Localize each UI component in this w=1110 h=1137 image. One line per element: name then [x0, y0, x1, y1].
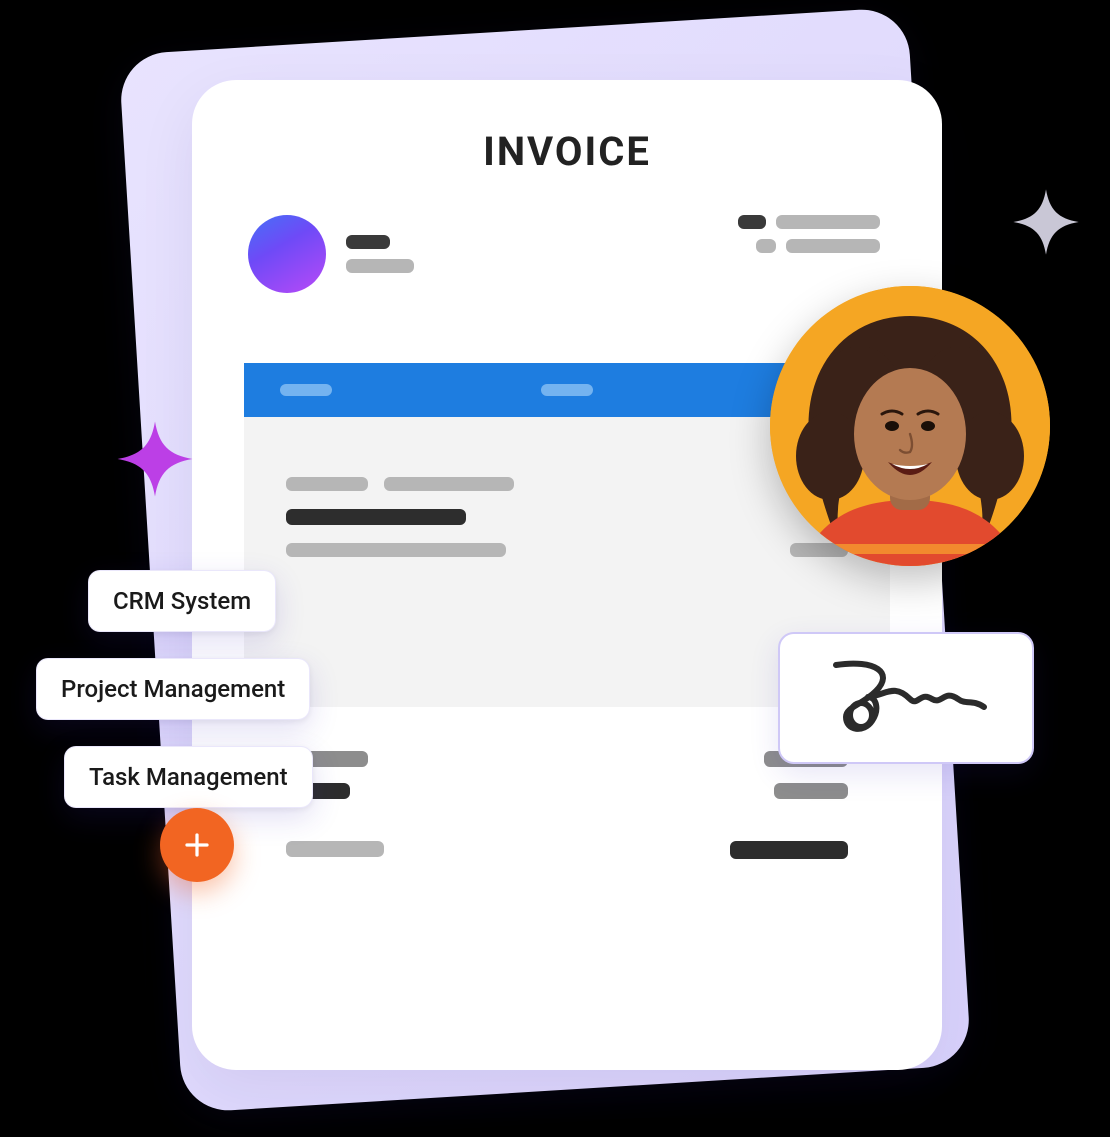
- plus-icon: [182, 830, 212, 860]
- company-logo: [248, 215, 326, 293]
- tag-task-management[interactable]: Task Management: [64, 746, 313, 808]
- user-avatar: [770, 286, 1050, 566]
- sparkle-icon: [1012, 188, 1080, 256]
- sender-block: [248, 215, 414, 293]
- placeholder-line: [786, 239, 880, 253]
- placeholder-line: [384, 477, 514, 491]
- placeholder-line: [730, 841, 848, 859]
- tag-label: CRM System: [113, 587, 251, 615]
- column-placeholder: [280, 384, 332, 396]
- column-placeholder: [541, 384, 593, 396]
- placeholder-line: [286, 477, 368, 491]
- sparkle-icon: [116, 420, 194, 498]
- placeholder-line: [346, 259, 414, 273]
- tag-label: Project Management: [61, 675, 285, 703]
- invoice-card: INVOICE: [192, 80, 942, 1070]
- invoice-header: [244, 215, 890, 293]
- placeholder-line: [286, 509, 466, 525]
- signature-icon: [816, 655, 996, 741]
- tag-crm-system[interactable]: CRM System: [88, 570, 276, 632]
- placeholder-line: [776, 215, 880, 229]
- recipient-block: [738, 215, 880, 253]
- placeholder-line: [286, 543, 506, 557]
- signature-card[interactable]: [778, 632, 1034, 764]
- add-button[interactable]: [160, 808, 234, 882]
- placeholder-line: [346, 235, 390, 249]
- placeholder-line: [756, 239, 776, 253]
- placeholder-line: [286, 841, 384, 857]
- placeholder-line: [738, 215, 766, 229]
- placeholder-line: [774, 783, 848, 799]
- tag-project-management[interactable]: Project Management: [36, 658, 310, 720]
- invoice-title: INVOICE: [244, 128, 890, 175]
- tag-label: Task Management: [89, 763, 288, 791]
